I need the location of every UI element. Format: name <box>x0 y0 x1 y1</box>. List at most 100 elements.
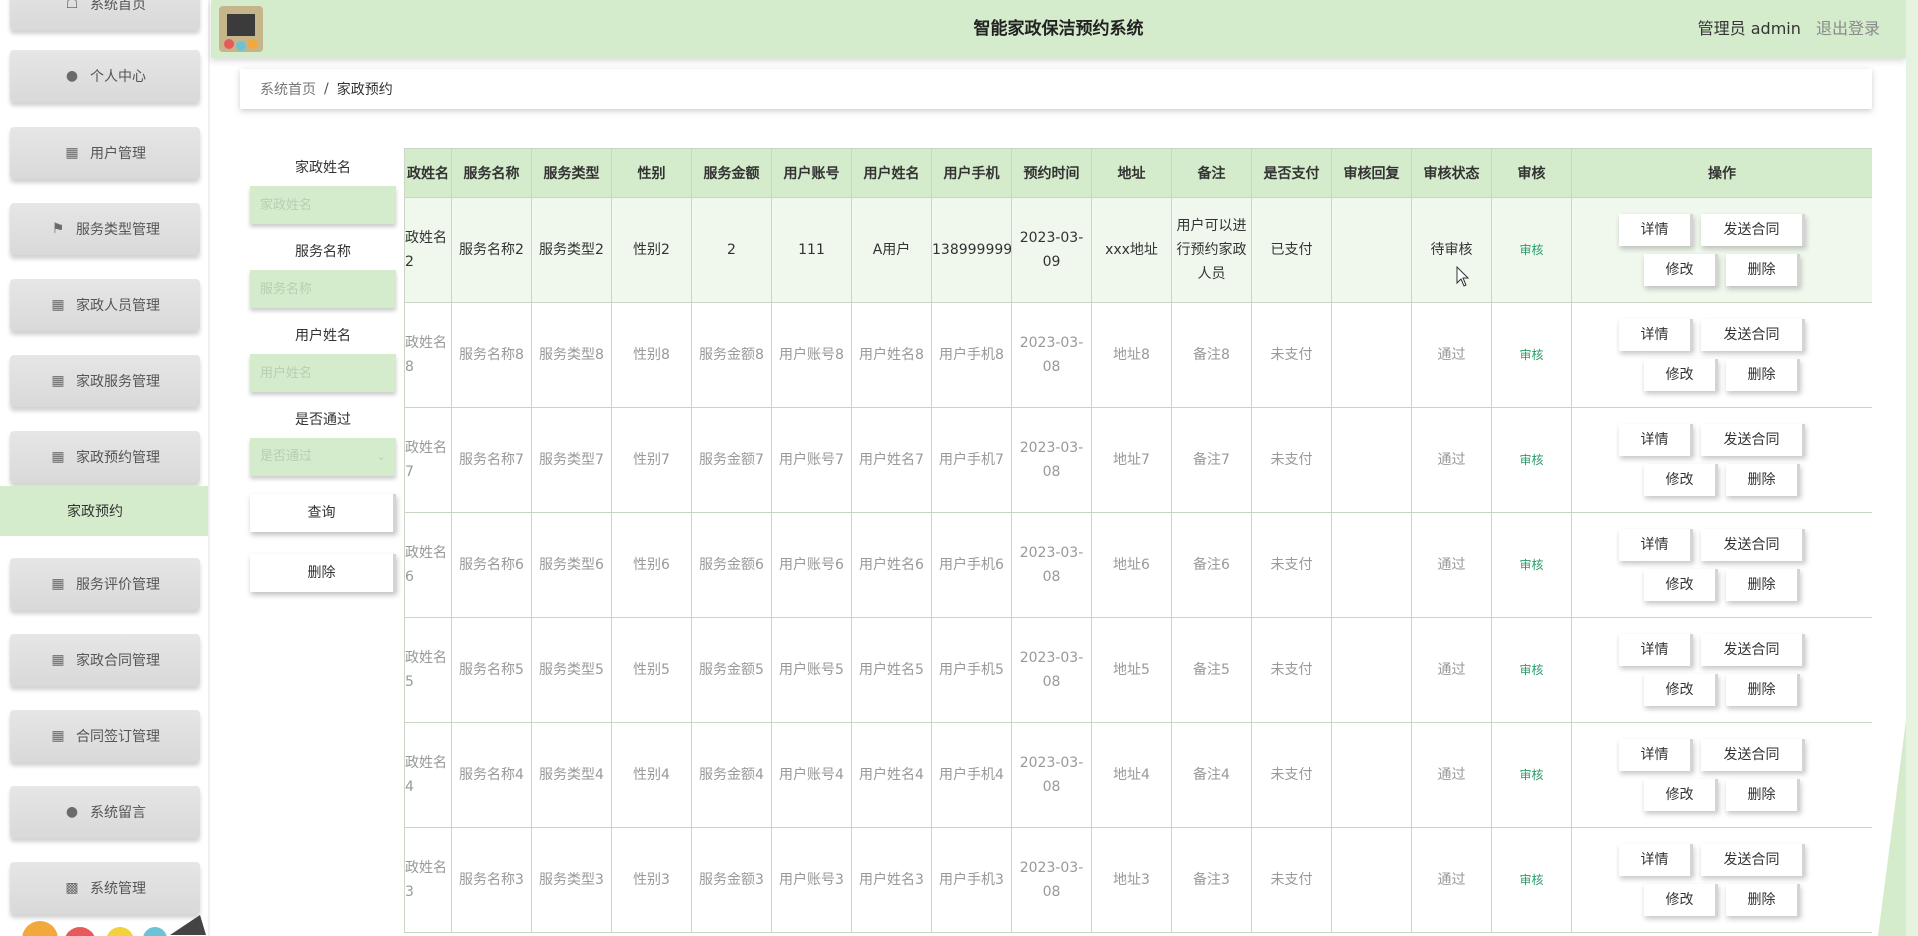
detail-button[interactable]: 详情 <box>1619 739 1693 771</box>
table-cell-time: 2023-03-08 <box>1011 722 1092 828</box>
delete-row-button[interactable]: 删除 <box>1726 779 1800 811</box>
audit-link[interactable]: 审核 <box>1519 348 1543 362</box>
logout-link[interactable]: 退出登录 <box>1816 19 1880 38</box>
sidebar-item-home[interactable]: ☖ 系统首页 <box>10 0 200 30</box>
delete-row-button[interactable]: 删除 <box>1726 464 1800 496</box>
sidebar-item-staff[interactable]: ▦ 家政人员管理 <box>10 279 200 331</box>
sidebar-item-contracts[interactable]: ▦ 家政合同管理 <box>10 634 200 686</box>
delete-row-button[interactable]: 删除 <box>1726 254 1800 286</box>
edit-button[interactable]: 修改 <box>1644 464 1718 496</box>
sidebar-item-label: 合同签订管理 <box>76 729 160 745</box>
audit-link[interactable]: 审核 <box>1519 558 1543 572</box>
send-contract-button[interactable]: 发送合同 <box>1701 319 1805 351</box>
send-contract-button[interactable]: 发送合同 <box>1701 529 1805 561</box>
audit-link[interactable]: 审核 <box>1519 873 1543 887</box>
scrollbar-track[interactable] <box>1906 0 1918 936</box>
table-cell-operations: 详情 发送合同修改 删除 <box>1571 722 1872 828</box>
person-icon: ● <box>65 68 79 84</box>
sidebar-item-label: 家政合同管理 <box>76 653 160 669</box>
grid-icon: ▦ <box>51 449 65 465</box>
table-cell-amount: 服务金额7 <box>691 407 772 513</box>
table-cell-status: 通过 <box>1411 512 1492 618</box>
col-header: 操作 <box>1571 148 1872 198</box>
edit-button[interactable]: 修改 <box>1644 254 1718 286</box>
row-actions-bottom: 修改 删除 <box>1644 464 1800 496</box>
detail-button[interactable]: 详情 <box>1619 529 1693 561</box>
table-cell-amount: 服务金额3 <box>691 827 772 933</box>
sidebar-item-services[interactable]: ▦ 家政服务管理 <box>10 355 200 407</box>
send-contract-button[interactable]: 发送合同 <box>1701 634 1805 666</box>
edit-button[interactable]: 修改 <box>1644 884 1718 916</box>
delete-row-button[interactable]: 删除 <box>1726 884 1800 916</box>
user-area: 管理员 admin 退出登录 <box>1698 0 1880 58</box>
user-input[interactable] <box>250 354 396 392</box>
search-panel: 家政姓名 服务名称 用户姓名 是否通过 是否通过 ⌄ 查询 删除 <box>250 150 396 614</box>
grid-icon: ▦ <box>51 373 65 389</box>
table-cell-account: 用户账号5 <box>771 617 852 723</box>
table-cell-user: 用户姓名3 <box>851 827 932 933</box>
detail-button[interactable]: 详情 <box>1619 424 1693 456</box>
ticket-icon: ▩ <box>65 880 79 896</box>
row-actions: 详情 发送合同修改 删除 <box>1573 529 1872 601</box>
table-cell-address: 地址3 <box>1091 827 1172 933</box>
table-cell-name: 政姓名7 <box>404 407 452 513</box>
table-cell-account: 用户账号6 <box>771 512 852 618</box>
delete-button[interactable]: 删除 <box>250 554 396 592</box>
edit-button[interactable]: 修改 <box>1644 359 1718 391</box>
table-cell-service: 服务名称5 <box>451 617 532 723</box>
sidebar-item-bookings[interactable]: ▦ 家政预约管理 <box>10 431 200 483</box>
sidebar-item-messages[interactable]: ● 系统留言 <box>10 786 200 838</box>
row-actions-top: 详情 发送合同 <box>1619 739 1805 771</box>
sidebar-item-users[interactable]: ▦ 用户管理 <box>10 127 200 179</box>
sidebar-item-service-types[interactable]: ⚑ 服务类型管理 <box>10 203 200 255</box>
table-cell-time: 2023-03-08 <box>1011 407 1092 513</box>
table-cell-phone: 用户手机5 <box>931 617 1012 723</box>
table-cell-time: 2023-03-08 <box>1011 827 1092 933</box>
detail-button[interactable]: 详情 <box>1619 634 1693 666</box>
send-contract-button[interactable]: 发送合同 <box>1701 844 1805 876</box>
table-row: 政姓名8 服务名称8 服务类型8 性别8 服务金额8 用户账号8 用户姓名8 用户手机8 202… <box>404 302 1872 408</box>
row-actions-top: 详情 发送合同 <box>1619 424 1805 456</box>
audit-link[interactable]: 审核 <box>1519 663 1543 677</box>
table-cell-user: A用户 <box>851 197 932 303</box>
edit-button[interactable]: 修改 <box>1644 779 1718 811</box>
sidebar-subitem-booking[interactable]: 家政预约 <box>0 486 210 536</box>
table-cell-type: 服务类型6 <box>531 512 612 618</box>
delete-row-button[interactable]: 删除 <box>1726 674 1800 706</box>
decorative-illustration <box>22 915 206 936</box>
detail-button[interactable]: 详情 <box>1619 214 1693 246</box>
edit-button[interactable]: 修改 <box>1644 569 1718 601</box>
edit-button[interactable]: 修改 <box>1644 674 1718 706</box>
pass-select[interactable]: 是否通过 ⌄ <box>250 438 396 476</box>
row-actions: 详情 发送合同修改 删除 <box>1573 739 1872 811</box>
breadcrumb-separator: / <box>324 81 329 97</box>
col-header: 服务名称 <box>451 148 532 198</box>
table-cell-audit: 审核 <box>1491 302 1572 408</box>
audit-link[interactable]: 审核 <box>1519 453 1543 467</box>
table-cell-name: 政姓名8 <box>404 302 452 408</box>
delete-row-button[interactable]: 删除 <box>1726 359 1800 391</box>
user-role: 管理员 admin <box>1697 19 1801 38</box>
name-input[interactable] <box>250 186 396 224</box>
detail-button[interactable]: 详情 <box>1619 319 1693 351</box>
sidebar-item-label: 个人中心 <box>90 69 146 85</box>
service-input[interactable] <box>250 270 396 308</box>
audit-link[interactable]: 审核 <box>1519 768 1543 782</box>
table-cell-account: 用户账号4 <box>771 722 852 828</box>
audit-link[interactable]: 审核 <box>1519 243 1543 257</box>
sidebar-item-label: 服务类型管理 <box>76 222 160 238</box>
sidebar-item-reviews[interactable]: ▦ 服务评价管理 <box>10 558 200 610</box>
row-actions-bottom: 修改 删除 <box>1644 359 1800 391</box>
breadcrumb-home[interactable]: 系统首页 <box>260 79 316 99</box>
query-button[interactable]: 查询 <box>250 494 396 532</box>
send-contract-button[interactable]: 发送合同 <box>1701 739 1805 771</box>
delete-row-button[interactable]: 删除 <box>1726 569 1800 601</box>
table-cell-audit: 审核 <box>1491 722 1572 828</box>
sidebar-item-signing[interactable]: ▦ 合同签订管理 <box>10 710 200 762</box>
detail-button[interactable]: 详情 <box>1619 844 1693 876</box>
grid-icon: ▦ <box>51 576 65 592</box>
person-icon: ● <box>65 804 79 820</box>
send-contract-button[interactable]: 发送合同 <box>1701 424 1805 456</box>
sidebar-item-profile[interactable]: ● 个人中心 <box>10 50 200 102</box>
send-contract-button[interactable]: 发送合同 <box>1701 214 1805 246</box>
